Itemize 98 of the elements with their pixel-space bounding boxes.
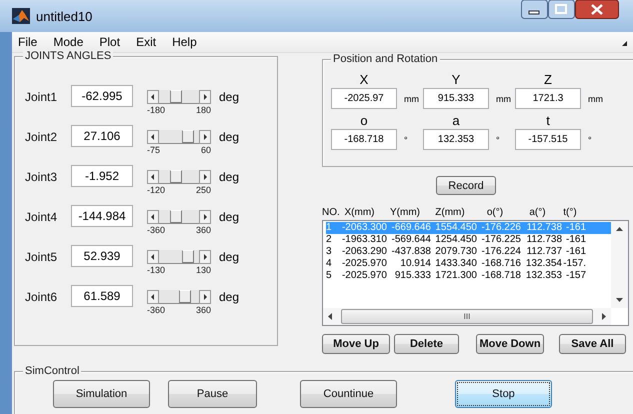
column-header: Z(mm) (434, 207, 466, 220)
max-label: 130 (196, 265, 211, 275)
min-label: -360 (147, 305, 166, 315)
axis-label: Y (450, 72, 462, 88)
arrow-left-icon[interactable] (147, 170, 159, 184)
pose-field[interactable]: 1721.3 (515, 88, 581, 109)
unit-label: deg (219, 250, 240, 264)
max-label: 60 (200, 145, 211, 155)
arrow-right-icon[interactable] (199, 290, 211, 304)
pose-field[interactable]: 915.333 (423, 88, 489, 109)
joint-label: Joint3 (25, 170, 58, 184)
table-row[interactable]: 3 -2063.290 -437.838 2079.730 -176.224 112.737 -161 (326, 246, 611, 258)
arrow-right-icon[interactable] (199, 90, 211, 104)
unit-label: mm (588, 94, 603, 104)
window-title: untitled10 (36, 8, 92, 24)
unit-label: mm (496, 94, 511, 104)
menu-item[interactable]: Plot (93, 35, 126, 49)
angle-field[interactable]: -144.984 (71, 205, 133, 227)
scrollbar-thumb[interactable]: III (341, 309, 593, 324)
unit-label: deg (219, 290, 240, 304)
unit-label: ° (496, 134, 500, 144)
joint-label: Joint4 (25, 210, 58, 224)
unit-label: deg (219, 210, 240, 224)
arrow-right-icon[interactable] (199, 210, 211, 224)
menu-item[interactable]: Exit (130, 35, 162, 49)
table-row[interactable]: 2 -1963.310 -569.644 1254.450 -176.225 112.738 -161 (326, 234, 611, 246)
axis-label: t (545, 113, 551, 129)
sim-button[interactable]: Countinue (300, 380, 397, 408)
arrow-left-icon[interactable] (147, 210, 159, 224)
axis-label: o (359, 113, 369, 129)
record-button[interactable]: Record (436, 176, 496, 195)
sim-button[interactable]: Simulation (53, 380, 150, 408)
joint-label: Joint2 (25, 130, 58, 144)
max-label: 360 (196, 225, 211, 235)
column-header: o(°) (486, 207, 504, 220)
minimize-icon[interactable] (521, 0, 548, 19)
menu-item[interactable]: Help (166, 35, 203, 49)
axis-label: X (358, 72, 370, 88)
arrow-left-icon[interactable] (147, 250, 159, 264)
slider-thumb[interactable] (170, 170, 182, 183)
min-label: -120 (147, 185, 166, 195)
table-row[interactable]: 5 -2025.970 915.333 1721.300 -168.718 132.353 -157 (326, 270, 611, 282)
column-header: Y(mm) (389, 207, 421, 220)
list-button[interactable]: Move Down (476, 334, 544, 354)
joint-label: Joint1 (25, 90, 58, 104)
pose-field[interactable]: -168.718 (331, 129, 397, 150)
min-label: -75 (147, 145, 160, 155)
unit-label: ° (588, 134, 592, 144)
table-row[interactable]: 4 -2025.970 10.914 1433.340 -168.716 132.354-157. (326, 258, 611, 270)
slider-thumb[interactable] (182, 130, 194, 143)
angle-field[interactable]: 27.106 (71, 125, 133, 147)
unit-label: deg (219, 130, 240, 144)
slider-thumb[interactable] (178, 290, 191, 303)
arrow-right-icon[interactable] (199, 130, 211, 144)
record-list[interactable] (322, 220, 629, 326)
angle-field[interactable]: -1.952 (71, 165, 133, 187)
arrow-right-icon[interactable] (199, 250, 211, 264)
menu-item[interactable]: Mode (47, 35, 90, 49)
sim-button[interactable]: Pause (168, 380, 257, 408)
arrow-right-icon[interactable] (199, 170, 211, 184)
pose-field[interactable]: -2025.97 (331, 88, 397, 109)
column-header: a(°) (528, 207, 547, 220)
grip-icon: III (464, 312, 470, 320)
axis-label: a (451, 113, 461, 129)
list-button[interactable]: Move Up (322, 334, 390, 354)
pose-field[interactable]: 132.353 (423, 129, 489, 150)
angle-field[interactable]: -62.995 (71, 85, 133, 107)
list-button[interactable]: Delete (394, 334, 459, 354)
close-icon[interactable] (575, 0, 619, 19)
column-header: t(°) (562, 207, 578, 220)
min-label: -130 (147, 265, 166, 275)
max-label: 180 (196, 105, 211, 115)
list-button[interactable]: Save All (559, 334, 626, 354)
slider-thumb[interactable] (170, 210, 182, 223)
joint-label: Joint5 (25, 250, 58, 264)
min-label: -180 (147, 105, 166, 115)
sim-button[interactable]: Stop (455, 380, 552, 408)
arrow-left-icon[interactable] (147, 90, 159, 104)
slider-thumb[interactable] (170, 90, 182, 103)
slider-thumb[interactable] (182, 250, 194, 263)
arrow-left-icon[interactable] (147, 130, 159, 144)
max-label: 250 (196, 185, 211, 195)
axis-label: Z (543, 72, 553, 88)
angle-field[interactable]: 61.589 (71, 285, 133, 307)
max-label: 360 (196, 305, 211, 315)
min-label: -360 (147, 225, 166, 235)
menu-item[interactable]: File (12, 35, 44, 49)
joint-label: Joint6 (25, 290, 58, 304)
angle-field[interactable]: 52.939 (71, 245, 133, 267)
unit-label: mm (404, 94, 419, 104)
maximize-icon[interactable] (548, 0, 575, 19)
arrow-left-icon[interactable] (147, 290, 159, 304)
unit-label: deg (219, 170, 240, 184)
unit-label: ° (404, 134, 408, 144)
pose-field[interactable]: -157.515 (515, 129, 581, 150)
arrow-icon[interactable] (620, 38, 627, 46)
app-logo-icon (12, 8, 30, 24)
unit-label: deg (219, 90, 240, 104)
